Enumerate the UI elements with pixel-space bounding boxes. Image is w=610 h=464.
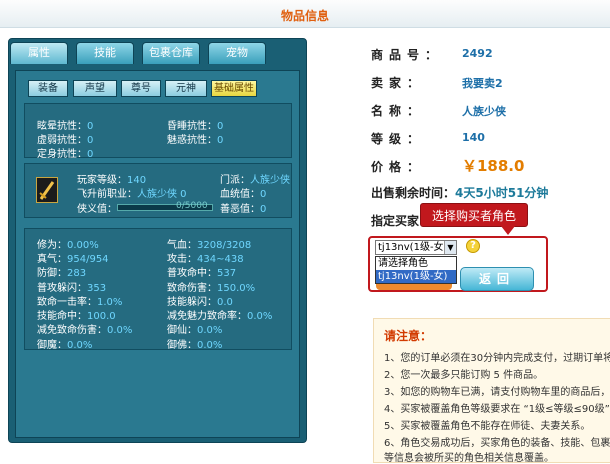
- name-value: 人族少侠: [462, 105, 506, 118]
- stat-critdmg: 致命伤害：150.0%: [167, 283, 256, 294]
- assign-buyer-label: 指定买家: [371, 214, 420, 228]
- seller-value[interactable]: 我要卖2: [462, 75, 503, 91]
- help-icon[interactable]: ?: [466, 239, 480, 253]
- resist-sleep: 眩晕抗性：0: [37, 121, 94, 132]
- player-sect: 门派：人族少侠: [220, 175, 290, 186]
- stat-dodge: 普攻躲闪：353: [37, 283, 107, 294]
- notice-item: 1、您的订单必须在30分钟内完成支付，过期订单将被取: [384, 353, 610, 364]
- page-title: 物品信息: [280, 9, 329, 23]
- dropdown-option[interactable]: 请选择角色: [376, 257, 456, 270]
- stat-attack: 攻击：434~438: [167, 254, 244, 265]
- subtab-spirit[interactable]: 元神: [165, 80, 207, 97]
- tab-inventory[interactable]: 包裹仓库: [142, 42, 200, 64]
- stat-defense: 防御：283: [37, 268, 87, 279]
- notice-item: 2、您一次最多只能订购 5 件商品。: [384, 370, 544, 381]
- item-id-label: 商品号：: [371, 48, 444, 62]
- back-button[interactable]: 返回: [460, 267, 534, 291]
- buyer-select-value: tj13nv(1级-女): [378, 242, 448, 253]
- stat-cultivate: 修为：0.00%: [37, 240, 99, 251]
- stat-yufo: 御佛：0.0%: [167, 340, 223, 351]
- item-id-value: 2492: [462, 47, 493, 60]
- tab-skills[interactable]: 技能: [76, 42, 134, 64]
- player-chivalry-label: 侠义值：: [77, 204, 117, 215]
- chevron-down-icon[interactable]: ▼: [444, 241, 456, 254]
- stat-yuxian: 御仙：0.0%: [167, 325, 223, 336]
- level-label: 等级：: [371, 132, 426, 146]
- resist-fix: 定身抗性：0: [37, 149, 94, 160]
- stat-reduce-crit: 减免致命伤害：0.0%: [37, 325, 133, 336]
- resist-faint: 昏睡抗性：0: [167, 121, 224, 132]
- stat-hit: 普攻命中：537: [167, 268, 237, 279]
- price-value: ￥188.0: [462, 157, 525, 175]
- notice-item: 6、角色交易成功后，买家角色的装备、技能、包裹、仓: [384, 438, 610, 449]
- stat-yumo: 御魔：0.0%: [37, 340, 93, 351]
- price-label: 价格：: [371, 160, 426, 174]
- notice-item: 3、如您的购物车已满，请支付购物车里的商品后，再继: [384, 387, 610, 398]
- notice-item: 4、买家被覆盖角色等级要求在 “1级≤等级≤90级” 范: [384, 404, 610, 415]
- resist-charm: 魅惑抗性：0: [167, 135, 224, 146]
- stat-reduce-charm: 减免魅力致命率：0.0%: [167, 311, 273, 322]
- name-label: 名称：: [371, 104, 426, 118]
- resist-weak: 虚弱抗性：0: [37, 135, 94, 146]
- header-bar: 物品信息: [0, 0, 610, 28]
- subtab-basic-attributes[interactable]: 基础属性: [211, 80, 257, 97]
- character-avatar: [36, 177, 58, 203]
- sword-icon: [39, 181, 55, 200]
- level-value: 140: [462, 131, 485, 144]
- notice-title: 请注意：: [384, 329, 433, 343]
- stat-crit: 致命一击率：1.0%: [37, 297, 123, 308]
- stat-skillhit: 技能命中：100.0: [37, 311, 116, 322]
- player-evil: 善恶值：0: [220, 204, 267, 215]
- dropdown-option-selected[interactable]: tj13nv(1级-女): [376, 270, 456, 283]
- notice-box: 请注意： 1、您的订单必须在30分钟内完成支付，过期订单将被取 2、您一次最多只…: [373, 318, 610, 464]
- seller-label: 卖家：: [371, 76, 426, 90]
- player-blood: 血统值：0: [220, 189, 267, 200]
- notice-item: 5、买家被覆盖角色不能存在师徒、夫妻关系。: [384, 421, 591, 432]
- stat-qi: 气血：3208/3208: [167, 240, 252, 251]
- player-prev-class: 飞升前职业：人族少侠 0: [77, 189, 187, 200]
- select-buyer-tooltip: 选择购买者角色: [420, 203, 528, 235]
- player-level: 玩家等级：140: [77, 175, 147, 186]
- stat-zhen: 真气：954/954: [37, 254, 109, 265]
- subtab-reputation[interactable]: 声望: [73, 80, 117, 97]
- remaining-time-label: 出售剩余时间：: [371, 186, 456, 200]
- stat-skilldodge: 技能躲闪：0.0: [167, 297, 233, 308]
- notice-item: 等信息会被所买的角色相关信息覆盖。: [384, 453, 554, 464]
- tab-pets[interactable]: 宠物: [208, 42, 266, 64]
- subtab-equipment[interactable]: 装备: [28, 80, 68, 97]
- buyer-dropdown: 请选择角色 tj13nv(1级-女): [375, 256, 457, 284]
- remaining-time-value: 4天5小时51分钟: [455, 186, 549, 200]
- tab-attributes[interactable]: 属性: [10, 42, 68, 64]
- remaining-time: 出售剩余时间：4天5小时51分钟: [371, 184, 548, 201]
- subtab-title[interactable]: 尊号: [121, 80, 161, 97]
- chivalry-value: 0/5000: [176, 201, 208, 211]
- buyer-select[interactable]: tj13nv(1级-女) ▼: [375, 240, 457, 255]
